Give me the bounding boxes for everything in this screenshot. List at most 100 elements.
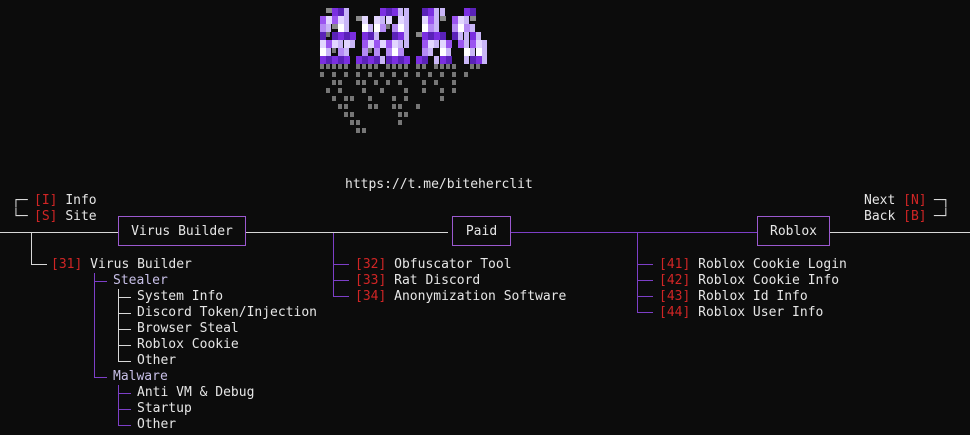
- logo-pixel: [428, 24, 434, 32]
- logo-pixel: [482, 40, 487, 48]
- logo-pixel: [356, 64, 360, 69]
- logo-pixel: [476, 32, 481, 40]
- logo-pixel: [428, 72, 432, 77]
- logo-pixel: [440, 96, 444, 101]
- right-menu-bracket-top: ─┐: [934, 193, 950, 208]
- logo-pixel: [368, 72, 372, 77]
- logo-pixel: [458, 16, 464, 24]
- menu-item-site[interactable]: [S] Site: [34, 209, 97, 225]
- logo-pixel: [374, 40, 380, 48]
- logo-pixel: [362, 80, 366, 85]
- logo-pixel: [374, 32, 379, 40]
- divider-line: [830, 232, 970, 233]
- logo-pixel: [320, 24, 326, 32]
- logo-pixel: [422, 48, 428, 56]
- logo-pixel: [368, 32, 374, 40]
- menu-item-info[interactable]: [I] Info: [34, 193, 97, 209]
- logo-pixel: [320, 48, 326, 56]
- logo-pixel: [332, 8, 338, 16]
- malware-item: Other: [137, 417, 177, 432]
- logo-pixel: [392, 64, 396, 69]
- option-41-cookie-login[interactable]: [41] Roblox Cookie Login: [659, 257, 847, 273]
- malware-item: Anti VM & Debug: [137, 385, 255, 400]
- logo-pixel: [440, 72, 444, 77]
- logo-pixel: [422, 64, 426, 69]
- logo-pixel: [326, 32, 330, 37]
- logo-pixel: [464, 8, 470, 16]
- logo-pixel: [476, 56, 482, 64]
- logo-pixel: [344, 96, 348, 101]
- logo-pixel: [476, 40, 482, 48]
- logo-pixel: [386, 40, 392, 48]
- option-33-rat-discord[interactable]: [33] Rat Discord: [355, 273, 480, 289]
- logo-pixel: [434, 56, 439, 64]
- logo-pixel: [422, 24, 428, 32]
- logo-pixel: [404, 8, 409, 16]
- option-34-anonymization[interactable]: [34] Anonymization Software: [355, 289, 566, 305]
- stealer-item: Roblox Cookie: [137, 337, 239, 352]
- divider-line: [511, 232, 757, 233]
- logo-pixel: [338, 80, 342, 85]
- logo-pixel: [356, 80, 360, 85]
- logo-pixel: [434, 16, 439, 24]
- logo-pixel: [416, 32, 422, 37]
- logo-pixel: [380, 88, 384, 93]
- tree-line: [118, 329, 131, 330]
- menu-item-back[interactable]: Back [B]: [864, 209, 927, 225]
- logo-pixel: [368, 64, 372, 69]
- logo-pixel: [404, 40, 409, 48]
- tree-line: [94, 377, 107, 378]
- logo-pixel: [362, 56, 368, 64]
- logo-pixel: [380, 24, 386, 32]
- option-42-cookie-info[interactable]: [42] Roblox Cookie Info: [659, 273, 839, 289]
- logo-pixel: [368, 48, 372, 53]
- logo-pixel: [452, 64, 456, 69]
- logo-pixel: [398, 64, 402, 69]
- tree-line: [118, 297, 131, 298]
- option-31-virus-builder[interactable]: [31] Virus Builder: [51, 257, 192, 273]
- logo-pixel: [338, 40, 343, 48]
- logo-pixel: [428, 32, 434, 40]
- logo-pixel: [344, 104, 348, 109]
- tree-line: [94, 281, 107, 282]
- logo-pixel: [398, 48, 404, 56]
- stealer-item: Other: [137, 353, 177, 368]
- menu-item-next[interactable]: Next [N]: [864, 193, 927, 209]
- logo-pixel: [332, 72, 336, 77]
- tree-line: [31, 233, 32, 264]
- tree-line: [118, 345, 131, 346]
- logo-pixel: [392, 72, 396, 77]
- divider-line: [0, 232, 118, 233]
- logo-pixel: [332, 24, 338, 29]
- logo-pixel: [344, 64, 348, 69]
- logo-pixel: [404, 32, 409, 40]
- logo-pixel: [344, 112, 348, 117]
- section-virus-builder: Virus Builder: [118, 216, 246, 246]
- logo-pixel: [404, 16, 409, 24]
- tree-line: [118, 425, 131, 426]
- logo-pixel: [428, 8, 434, 16]
- logo-pixel: [374, 56, 380, 64]
- option-44-user-info[interactable]: [44] Roblox User Info: [659, 305, 823, 321]
- option-43-id-info[interactable]: [43] Roblox Id Info: [659, 289, 808, 305]
- logo-pixel: [434, 40, 439, 48]
- logo-pixel: [338, 8, 344, 16]
- logo-pixel: [404, 24, 409, 32]
- logo-pixel: [416, 72, 420, 77]
- option-32-obfuscator[interactable]: [32] Obfuscator Tool: [355, 257, 512, 273]
- logo-pixel: [380, 72, 384, 77]
- logo-pixel: [464, 32, 469, 40]
- tree-line: [118, 409, 131, 410]
- telegram-url[interactable]: https://t.me/biteherclit: [345, 177, 533, 193]
- logo-pixel: [326, 8, 332, 13]
- logo-pixel: [404, 88, 408, 93]
- logo-pixel: [404, 56, 410, 64]
- logo-pixel: [338, 56, 344, 64]
- logo-pixel: [452, 72, 456, 77]
- logo-pixel: [422, 56, 428, 64]
- logo-pixel: [422, 88, 426, 93]
- logo-pixel: [398, 112, 402, 117]
- logo-pixel: [344, 56, 350, 64]
- logo-pixel: [428, 48, 433, 56]
- logo-pixel: [338, 32, 344, 40]
